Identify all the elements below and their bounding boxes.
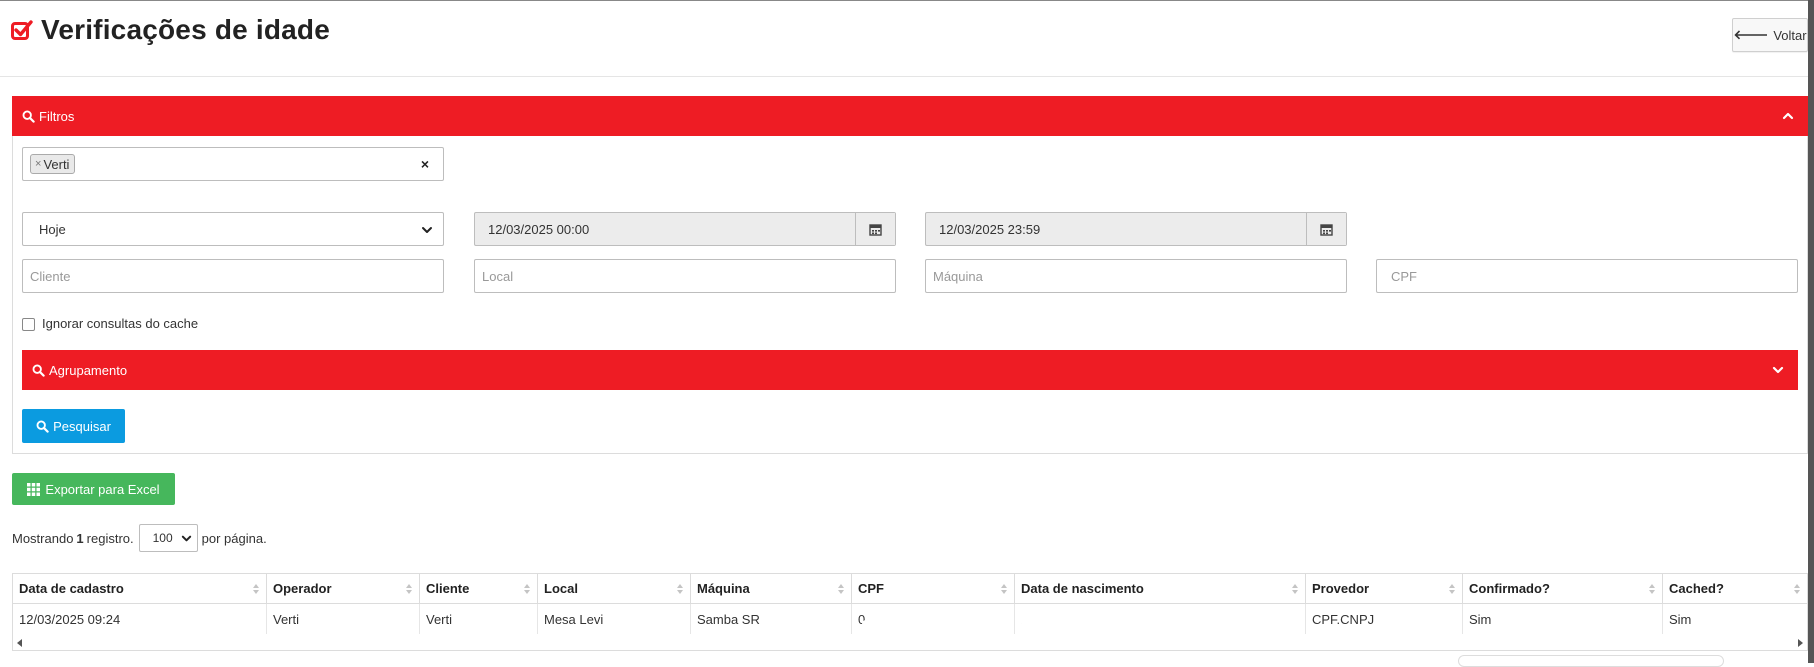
column-header-label: Operador [273,581,332,596]
column-header-operador[interactable]: Operador [267,574,420,604]
column-header-local[interactable]: Local [538,574,691,604]
arrow-left-icon: 🡐 [1733,27,1769,42]
search-icon [36,420,49,433]
page-header: Verificações de idade [11,14,330,46]
column-header-provedor[interactable]: Provedor [1306,574,1463,604]
sort-icon [1794,584,1800,594]
sort-icon [253,584,259,594]
table-cell: Sim [1669,611,1692,627]
date-from-field[interactable]: 12/03/2025 00:00 [474,212,896,246]
scroll-right-icon[interactable] [1795,638,1805,648]
column-header-label: Cliente [426,581,470,596]
operator-multiselect[interactable]: × Verti × [22,147,444,181]
column-header-label: Data de cadastro [19,581,124,596]
chevron-up-icon[interactable] [1782,110,1794,122]
column-header-label: Local [544,581,578,596]
sort-icon [1449,584,1455,594]
search-icon [32,364,45,377]
table-cell: Verti [267,604,420,634]
window-right-border [1808,0,1814,663]
ignore-cache-checkbox[interactable] [22,318,35,331]
column-header-label: Provedor [1312,581,1370,596]
sort-icon [1001,584,1007,594]
search-button-label: Pesquisar [53,418,111,434]
column-header-data-cadastro[interactable]: Data de cadastro [13,574,267,604]
calendar-icon[interactable] [1306,213,1346,245]
table-cell: CPF.CNPJ [1306,604,1463,634]
table-cell: Verti [420,604,538,634]
maquina-input[interactable]: Máquina [925,259,1347,293]
filters-header[interactable]: Filtros [12,96,1808,136]
scroll-left-icon[interactable] [15,638,25,648]
record-count-suffix: registro. [86,530,134,546]
date-to-value: 12/03/2025 23:59 [939,221,1041,237]
grouping-header-label: Agrupamento [49,362,128,378]
ignore-cache-label: Ignorar consultas do cache [42,316,199,331]
redaction-mask [862,620,932,642]
clear-selection-icon[interactable]: × [421,156,429,172]
ignore-cache-option[interactable]: Ignorar consultas do cache [22,316,198,331]
sort-icon [677,584,683,594]
scrollbar-thumb[interactable] [1458,655,1724,667]
column-header-label: Confirmado? [1469,581,1550,596]
grid-icon [27,482,41,496]
period-select-value: Hoje [39,221,66,237]
column-header-cached[interactable]: Cached? [1663,574,1807,604]
sort-icon [524,584,530,594]
date-from-value: 12/03/2025 00:00 [488,221,590,237]
export-excel-label: Exportar para Excel [45,481,160,497]
remove-tag-icon[interactable]: × [35,158,41,170]
column-header-label: Máquina [697,581,750,596]
column-header-label: CPF [858,581,884,596]
chevron-down-icon[interactable] [1772,364,1784,376]
page-size-select[interactable]: 100 [138,524,198,552]
back-button[interactable]: 🡐 Voltar [1732,18,1808,52]
window-top-border [0,0,1814,1]
table-cell: Sim [1463,604,1663,634]
cpf-input[interactable]: CPF [1376,259,1798,293]
header-divider [0,76,1808,77]
sort-icon [1649,584,1655,594]
selected-tag-label: Verti [43,156,70,172]
sort-icon [838,584,844,594]
table-cell: Mesa Levi [538,604,691,634]
column-header-maquina[interactable]: Máquina [691,574,852,604]
search-icon [22,110,35,123]
grouping-header[interactable]: Agrupamento [22,350,1798,390]
period-select[interactable]: Hoje [22,212,444,246]
column-header-cpf[interactable]: CPF [852,574,1015,604]
selected-tag: × Verti [30,154,76,174]
per-page-suffix: por página. [201,530,267,546]
column-header-label: Data de nascimento [1021,581,1144,596]
column-header-label: Cached? [1669,581,1724,596]
local-input[interactable]: Local [474,259,896,293]
redaction-mask [1022,606,1122,632]
showing-prefix: Mostrando [12,530,74,546]
cliente-input[interactable]: Cliente [22,259,444,293]
search-button[interactable]: Pesquisar [22,409,125,443]
calendar-icon[interactable] [855,213,895,245]
page-title: Verificações de idade [41,14,331,45]
column-header-cliente[interactable]: Cliente [420,574,538,604]
back-button-label: Voltar [1773,27,1807,43]
sort-icon [1292,584,1298,594]
chevron-down-icon [181,535,191,542]
chevron-down-icon [422,227,432,233]
column-header-confirmado[interactable]: Confirmado? [1463,574,1663,604]
filters-header-label: Filtros [39,108,75,124]
date-to-field[interactable]: 12/03/2025 23:59 [925,212,1347,246]
page-size-value: 100 [152,531,173,545]
table-cell: 12/03/2025 09:24 [13,604,267,634]
checkbox-checked-icon [11,20,33,40]
column-header-data-nascimento[interactable]: Data de nascimento [1015,574,1306,604]
pagination-info: Mostrando 1 registro. 100 por página. [12,524,267,552]
table-cell: Samba SR [691,604,852,634]
sort-icon [406,584,412,594]
export-excel-button[interactable]: Exportar para Excel [12,473,175,505]
record-count: 1 [76,530,84,546]
